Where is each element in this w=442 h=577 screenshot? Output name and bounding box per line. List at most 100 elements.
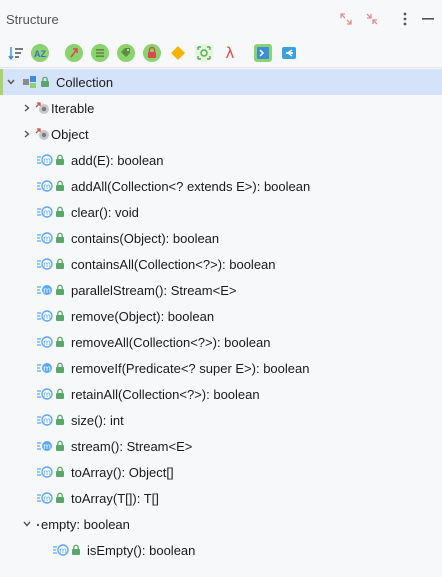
tree-node-method[interactable]: m removeAll(Collection<?>): boolean xyxy=(0,329,442,355)
tree-node-label: Object xyxy=(51,126,89,142)
abstract-method-icon: m xyxy=(37,309,53,323)
property-icon xyxy=(36,517,41,531)
abstract-method-icon: m xyxy=(37,413,53,427)
svg-text:m: m xyxy=(43,156,51,165)
chevron-right-icon[interactable] xyxy=(21,128,33,140)
lock-icon xyxy=(55,154,65,166)
tree-node-method[interactable]: m toArray(): Object[] xyxy=(0,459,442,485)
svg-text:m: m xyxy=(43,312,51,321)
tree-node-method[interactable]: m contains(Object): boolean xyxy=(0,225,442,251)
show-inherited-icon[interactable] xyxy=(64,43,84,63)
panel-title: Structure xyxy=(6,12,59,27)
tree-node-label: Iterable xyxy=(51,100,95,116)
abstract-method-icon: m xyxy=(53,543,69,557)
svg-text:m: m xyxy=(43,338,51,347)
show-non-public-icon[interactable] xyxy=(142,43,162,63)
tree-node-label: Collection xyxy=(56,74,114,90)
show-properties-icon[interactable] xyxy=(116,43,136,63)
abstract-method-icon: m xyxy=(37,491,53,505)
lock-icon xyxy=(55,388,65,400)
inherited-icon xyxy=(35,101,49,115)
svg-text:m: m xyxy=(59,546,67,555)
show-toggles-icon[interactable] xyxy=(168,43,188,63)
collapse-icon[interactable] xyxy=(362,9,382,29)
navigate-with-single-click-icon[interactable] xyxy=(253,43,273,63)
svg-text:m: m xyxy=(43,182,51,191)
tree-node-label: addAll(Collection<? extends E>): boolean xyxy=(71,178,311,194)
lock-icon xyxy=(55,180,65,192)
tree-node-method[interactable]: m removeIf(Predicate<? super E>): boolea… xyxy=(0,355,442,381)
tree-node-label: removeAll(Collection<?>): boolean xyxy=(71,334,271,350)
svg-text:m: m xyxy=(43,234,51,243)
tree-node-method[interactable]: m stream(): Stream<E> xyxy=(0,433,442,459)
tree-node-method[interactable]: m parallelStream(): Stream<E> xyxy=(0,277,442,303)
tree-node-label: clear(): void xyxy=(71,204,139,220)
svg-text:m: m xyxy=(43,286,51,295)
tree-node-method[interactable]: m toArray(T[]): T[] xyxy=(0,485,442,511)
lock-icon xyxy=(55,232,65,244)
tree-node-method[interactable]: m clear(): void xyxy=(0,199,442,225)
abstract-method-icon: m xyxy=(37,179,53,193)
lock-icon xyxy=(55,414,65,426)
abstract-method-icon: m xyxy=(37,153,53,167)
chevron-down-icon[interactable] xyxy=(5,76,17,88)
structure-tree: Collection Iterable Object m add(E): boo… xyxy=(0,69,442,577)
lock-icon xyxy=(55,336,65,348)
inherited-icon xyxy=(35,127,49,141)
show-anonymous-classes-icon[interactable] xyxy=(194,43,214,63)
expand-icon[interactable] xyxy=(336,9,356,29)
lock-icon xyxy=(55,492,65,504)
default-method-icon: m xyxy=(37,439,52,453)
selection-bar xyxy=(0,69,3,95)
abstract-method-icon: m xyxy=(37,465,53,479)
chevron-right-icon[interactable] xyxy=(21,102,33,114)
lock-icon xyxy=(55,466,65,478)
tree-node-label: toArray(T[]): T[] xyxy=(71,490,159,506)
lock-icon xyxy=(55,284,65,296)
tree-node-method[interactable]: m retainAll(Collection<?>): boolean xyxy=(0,381,442,407)
tree-node-method[interactable]: m containsAll(Collection<?>): boolean xyxy=(0,251,442,277)
sort-alphabetically-icon[interactable]: AZ xyxy=(30,43,50,63)
tree-node-method[interactable]: m isEmpty(): boolean xyxy=(0,537,442,563)
tree-node-label: size(): int xyxy=(71,412,124,428)
tree-node-label: contains(Object): boolean xyxy=(71,230,220,246)
tree-node-label: remove(Object): boolean xyxy=(71,308,215,324)
svg-text:m: m xyxy=(43,442,51,451)
sort-by-visibility-icon[interactable] xyxy=(6,43,26,63)
lock-icon xyxy=(55,310,65,322)
tree-node-label: parallelStream(): Stream<E> xyxy=(71,282,237,298)
lock-icon xyxy=(55,206,65,218)
tree-node-method[interactable]: m add(E): boolean xyxy=(0,147,442,173)
lock-icon xyxy=(71,544,81,556)
tree-node-supertype[interactable]: Iterable xyxy=(0,95,442,121)
svg-text:m: m xyxy=(43,208,51,217)
minimize-icon[interactable] xyxy=(418,9,438,29)
lock-icon xyxy=(55,362,65,374)
show-fields-icon[interactable] xyxy=(90,43,110,63)
svg-text:m: m xyxy=(43,468,51,477)
tree-node-method[interactable]: m size(): int xyxy=(0,407,442,433)
more-options-icon[interactable] xyxy=(395,9,415,29)
abstract-method-icon: m xyxy=(37,205,53,219)
abstract-method-icon: m xyxy=(37,231,53,245)
autoscroll-from-source-icon[interactable] xyxy=(279,43,299,63)
tree-node-supertype[interactable]: Object xyxy=(0,121,442,147)
tree-node-method[interactable]: m remove(Object): boolean xyxy=(0,303,442,329)
structure-toolbar: AZ λ xyxy=(0,38,442,68)
interface-icon xyxy=(22,75,36,89)
svg-text:m: m xyxy=(43,390,51,399)
tree-node-root[interactable]: Collection xyxy=(0,69,442,95)
tree-node-label: containsAll(Collection<?>): boolean xyxy=(71,256,276,272)
svg-text:m: m xyxy=(43,260,51,269)
chevron-down-icon[interactable] xyxy=(21,518,33,530)
svg-text:m: m xyxy=(43,494,51,503)
lock-icon xyxy=(55,258,65,270)
svg-text:m: m xyxy=(43,416,51,425)
abstract-method-icon: m xyxy=(37,335,53,349)
show-lambdas-icon[interactable]: λ xyxy=(220,43,240,63)
tree-node-label: removeIf(Predicate<? super E>): boolean xyxy=(71,360,310,376)
tree-node-property[interactable]: empty: boolean xyxy=(0,511,442,537)
tree-node-method[interactable]: m addAll(Collection<? extends E>): boole… xyxy=(0,173,442,199)
tree-node-label: stream(): Stream<E> xyxy=(71,438,193,454)
default-method-icon: m xyxy=(37,283,52,297)
